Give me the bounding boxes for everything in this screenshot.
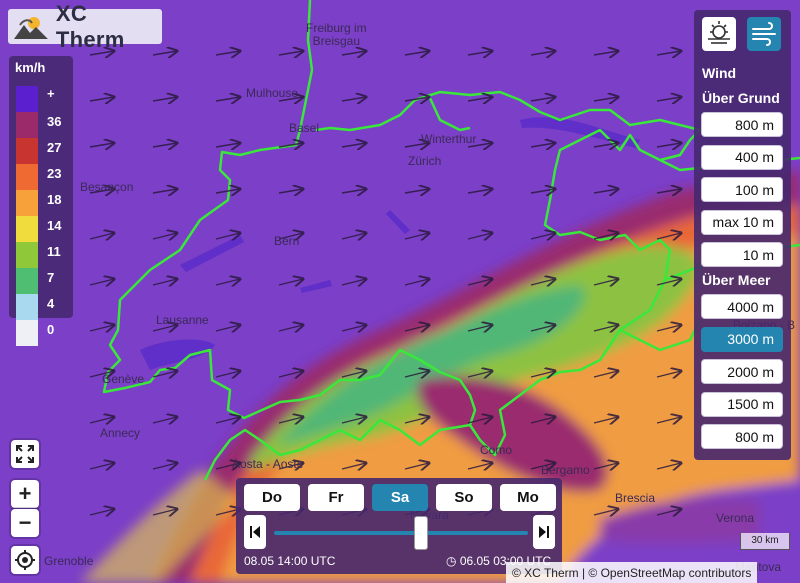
legend-label: 14 xyxy=(47,218,62,233)
level-button[interactable]: 1500 m xyxy=(701,391,783,417)
legend-label: 27 xyxy=(47,140,62,155)
city-label: Brescia xyxy=(615,491,656,505)
level-button[interactable]: 800 m xyxy=(701,424,783,449)
legend-unit: km/h xyxy=(15,60,46,75)
legend-swatch xyxy=(16,320,38,346)
legend-swatch xyxy=(16,242,38,268)
wind-icon[interactable] xyxy=(747,17,781,51)
level-button[interactable]: max 10 m xyxy=(701,209,783,235)
sea-heading: Über Meer xyxy=(702,272,771,288)
level-button[interactable]: 10 m xyxy=(701,242,783,267)
clock-icon: ◷ xyxy=(446,554,457,568)
city-label: Genève xyxy=(102,372,145,386)
legend-label: 0 xyxy=(47,322,55,337)
locate-button[interactable] xyxy=(11,546,39,574)
legend-label: 11 xyxy=(47,244,61,259)
legend-swatch xyxy=(16,190,38,216)
zoom-in-button[interactable]: + xyxy=(11,480,39,508)
layer-panel: Wind Über Grund 800 m 400 m 100 m max 10 m 1… xyxy=(694,10,791,460)
city-label: Mulhouse xyxy=(246,86,299,100)
day-tab[interactable]: Do xyxy=(244,484,300,511)
city-label: Winterthur xyxy=(421,132,477,146)
level-button[interactable]: 3000 m xyxy=(701,326,783,352)
city-label: Bern xyxy=(274,234,300,248)
level-button[interactable]: 100 m xyxy=(701,177,783,202)
zoom-out-button[interactable]: − xyxy=(11,509,39,537)
city-label: Basel xyxy=(289,121,320,135)
legend-label: 7 xyxy=(47,270,55,285)
legend-swatch xyxy=(16,86,38,112)
level-button[interactable]: 2000 m xyxy=(701,359,783,384)
legend-swatch xyxy=(16,112,38,138)
expand-icon xyxy=(16,445,34,463)
city-label: Verona xyxy=(716,511,755,525)
step-back-button[interactable] xyxy=(244,515,266,549)
city-label: Como xyxy=(480,443,513,457)
ground-heading: Über Grund xyxy=(702,90,780,106)
time-slider-track[interactable] xyxy=(274,531,528,535)
level-button[interactable]: 4000 m xyxy=(701,294,783,319)
legend-swatch xyxy=(16,294,38,320)
app-title: XC Therm xyxy=(55,0,125,52)
city-label: Zürich xyxy=(408,154,442,168)
time-controls: Do Fr Sa So Mo 08.05 14:00 UTC ◷ 06.05 03:00… xyxy=(236,478,562,574)
scale-bar: 30 km xyxy=(740,533,790,550)
wind-heading: Wind xyxy=(702,65,737,81)
city-label: Grenoble xyxy=(44,554,94,568)
level-button[interactable]: 400 m xyxy=(701,144,783,170)
legend-label: 23 xyxy=(47,166,62,181)
logo-icon xyxy=(13,16,48,39)
sun-cloud-icon[interactable] xyxy=(702,17,736,51)
wind-speed-legend: km/h +36 27 23 18 14 11 7 4 0 xyxy=(9,56,73,346)
legend-swatch xyxy=(16,216,38,242)
city-label: Besançon xyxy=(80,180,134,194)
skip-back-icon xyxy=(250,526,260,538)
legend-swatch xyxy=(16,164,38,190)
legend-swatch xyxy=(16,268,38,294)
legend-label: 36 xyxy=(47,114,62,129)
level-button[interactable]: 800 m xyxy=(701,112,783,137)
day-tab[interactable]: So xyxy=(436,484,492,511)
city-label: Lausanne xyxy=(156,313,209,327)
legend-swatch xyxy=(16,138,38,164)
time-slider-handle[interactable] xyxy=(414,516,429,550)
day-tab[interactable]: Mo xyxy=(500,484,556,511)
skip-forward-icon xyxy=(539,526,549,538)
city-label: Freiburg im Breisgau xyxy=(306,21,367,48)
legend-label: 4 xyxy=(47,296,55,311)
map-attribution[interactable]: © XC Therm | © OpenStreetMap contributor… xyxy=(506,562,758,583)
city-label: Aosta - Aoste xyxy=(232,457,304,471)
legend-label: + xyxy=(47,86,55,101)
step-forward-button[interactable] xyxy=(533,515,555,549)
app-logo[interactable]: XC Therm xyxy=(8,1,162,52)
time-start: 08.05 14:00 UTC xyxy=(244,554,336,568)
legend-label: 18 xyxy=(47,192,62,207)
day-tab[interactable]: Fr xyxy=(308,484,364,511)
city-label: Annecy xyxy=(100,426,141,440)
city-label: Bergamo xyxy=(541,463,590,477)
fullscreen-button[interactable] xyxy=(11,440,39,468)
day-tab[interactable]: Sa xyxy=(372,484,428,511)
locate-icon xyxy=(15,550,35,570)
